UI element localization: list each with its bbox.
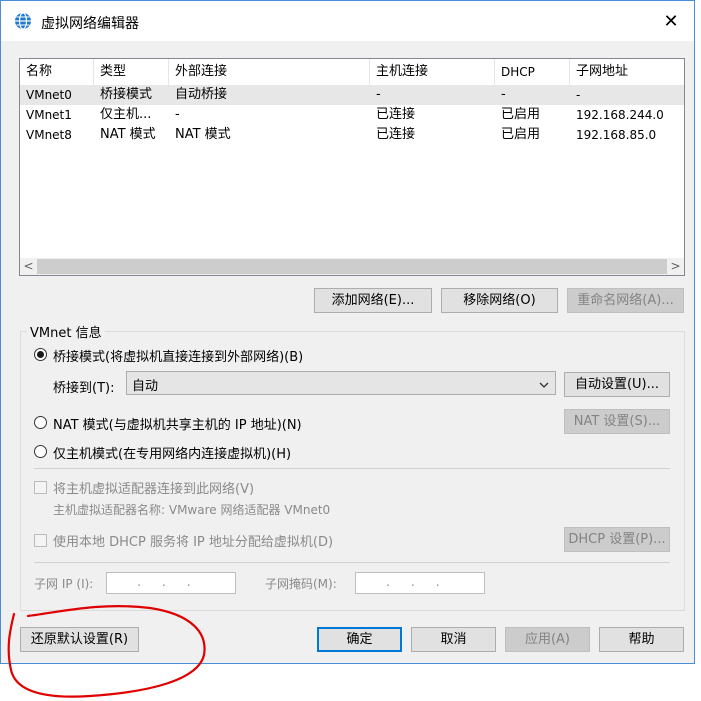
bridge-to-label: 桥接到(T):	[53, 381, 115, 396]
scroll-right-icon[interactable]: >	[667, 258, 684, 275]
ok-button[interactable]: 确定	[317, 627, 402, 652]
cell-name: VMnet0	[26, 88, 72, 102]
globe-icon	[14, 12, 32, 30]
cell-dhcp: 已启用	[501, 107, 541, 122]
column-header-external[interactable]: 外部连接	[169, 59, 370, 85]
cell-host: 已连接	[376, 127, 416, 142]
divider	[34, 562, 670, 563]
dhcp-settings-button[interactable]: DHCP 设置(P)...	[564, 527, 670, 552]
horizontal-scrollbar[interactable]: < >	[20, 258, 684, 275]
red-annotation-circle	[7, 605, 206, 698]
subnet-ip-label: 子网 IP (I):	[34, 577, 94, 591]
nat-mode-radio[interactable]	[34, 416, 47, 429]
cell-dhcp: 已启用	[501, 127, 541, 142]
virtual-network-editor-window: 虚拟网络编辑器 ✕ 名称 类型 外部连接 主机连接 DHCP 子网地址 VMne…	[0, 0, 695, 664]
add-network-button[interactable]: 添加网络(E)...	[314, 288, 432, 313]
network-list[interactable]: 名称 类型 外部连接 主机连接 DHCP 子网地址 VMnet0 桥接模式 自动…	[19, 58, 685, 276]
use-dhcp-checkbox[interactable]	[34, 534, 47, 547]
host-only-mode-label[interactable]: 仅主机模式(在专用网络内连接虚拟机)(H)	[53, 443, 291, 462]
column-header-type[interactable]: 类型	[94, 59, 169, 85]
close-icon: ✕	[663, 10, 679, 32]
vmnet-info-label: VMnet 信息	[27, 322, 105, 341]
apply-button[interactable]: 应用(A)	[505, 627, 590, 652]
adapter-name-text: 主机虚拟适配器名称: VMware 网络适配器 VMnet0	[53, 503, 331, 517]
use-dhcp-label[interactable]: 使用本地 DHCP 服务将 IP 地址分配给虚拟机(D)	[53, 531, 333, 550]
rename-network-button[interactable]: 重命名网络(A)...	[567, 288, 684, 313]
cell-host: -	[376, 87, 381, 102]
connect-adapter-label[interactable]: 将主机虚拟适配器连接到此网络(V)	[53, 478, 254, 497]
cell-subnet: 192.168.85.0	[576, 128, 657, 142]
column-header-host[interactable]: 主机连接	[370, 59, 495, 85]
cell-subnet: 192.168.244.0	[576, 108, 664, 122]
host-only-mode-radio[interactable]	[34, 445, 47, 458]
remove-network-button[interactable]: 移除网络(O)	[441, 288, 558, 313]
table-row[interactable]: VMnet8 NAT 模式 NAT 模式 已连接 已启用 192.168.85.…	[20, 125, 684, 145]
bridge-mode-radio[interactable]	[34, 348, 47, 361]
cell-dhcp: -	[501, 87, 506, 102]
cell-name: VMnet1	[26, 108, 72, 122]
cancel-button[interactable]: 取消	[411, 627, 496, 652]
auto-settings-button[interactable]: 自动设置(U)...	[564, 372, 670, 397]
title-bar: 虚拟网络编辑器 ✕	[1, 1, 694, 41]
table-row[interactable]: VMnet0 桥接模式 自动桥接 - - -	[20, 85, 684, 105]
cell-external: -	[175, 107, 180, 122]
cell-subnet: -	[576, 88, 581, 102]
bridge-to-select[interactable]: 自动	[126, 371, 556, 395]
cell-host: 已连接	[376, 107, 416, 122]
cell-type: NAT 模式	[100, 127, 156, 142]
bridge-to-value: 自动	[132, 379, 159, 394]
cell-type: 仅主机...	[100, 107, 152, 122]
subnet-mask-label: 子网掩码(M):	[265, 577, 337, 591]
column-header-subnet[interactable]: 子网地址	[570, 59, 684, 85]
bridge-mode-label[interactable]: 桥接模式(将虚拟机直接连接到外部网络)(B)	[53, 346, 303, 365]
column-header-name[interactable]: 名称	[20, 59, 94, 85]
divider	[34, 468, 670, 469]
nat-settings-button[interactable]: NAT 设置(S)...	[564, 409, 670, 434]
cell-external: NAT 模式	[175, 127, 231, 142]
network-list-header: 名称 类型 外部连接 主机连接 DHCP 子网地址	[20, 59, 684, 85]
cell-name: VMnet8	[26, 128, 72, 142]
close-button[interactable]: ✕	[648, 1, 694, 41]
window-title: 虚拟网络编辑器	[41, 16, 139, 32]
chevron-down-icon	[539, 378, 549, 393]
help-button[interactable]: 帮助	[599, 627, 684, 652]
nat-mode-label[interactable]: NAT 模式(与虚拟机共享主机的 IP 地址)(N)	[53, 414, 302, 433]
cell-type: 桥接模式	[100, 87, 153, 102]
subnet-mask-value: . . .	[386, 575, 440, 590]
cell-external: 自动桥接	[175, 87, 228, 102]
subnet-ip-field[interactable]: . . .	[106, 572, 236, 594]
scroll-left-icon[interactable]: <	[20, 258, 37, 275]
table-row[interactable]: VMnet1 仅主机... - 已连接 已启用 192.168.244.0	[20, 105, 684, 125]
subnet-ip-value: . . .	[137, 575, 191, 590]
scrollbar-thumb[interactable]	[37, 259, 667, 274]
connect-adapter-checkbox[interactable]	[34, 481, 47, 494]
subnet-mask-field[interactable]: . . .	[355, 572, 485, 594]
column-header-dhcp[interactable]: DHCP	[495, 59, 570, 85]
